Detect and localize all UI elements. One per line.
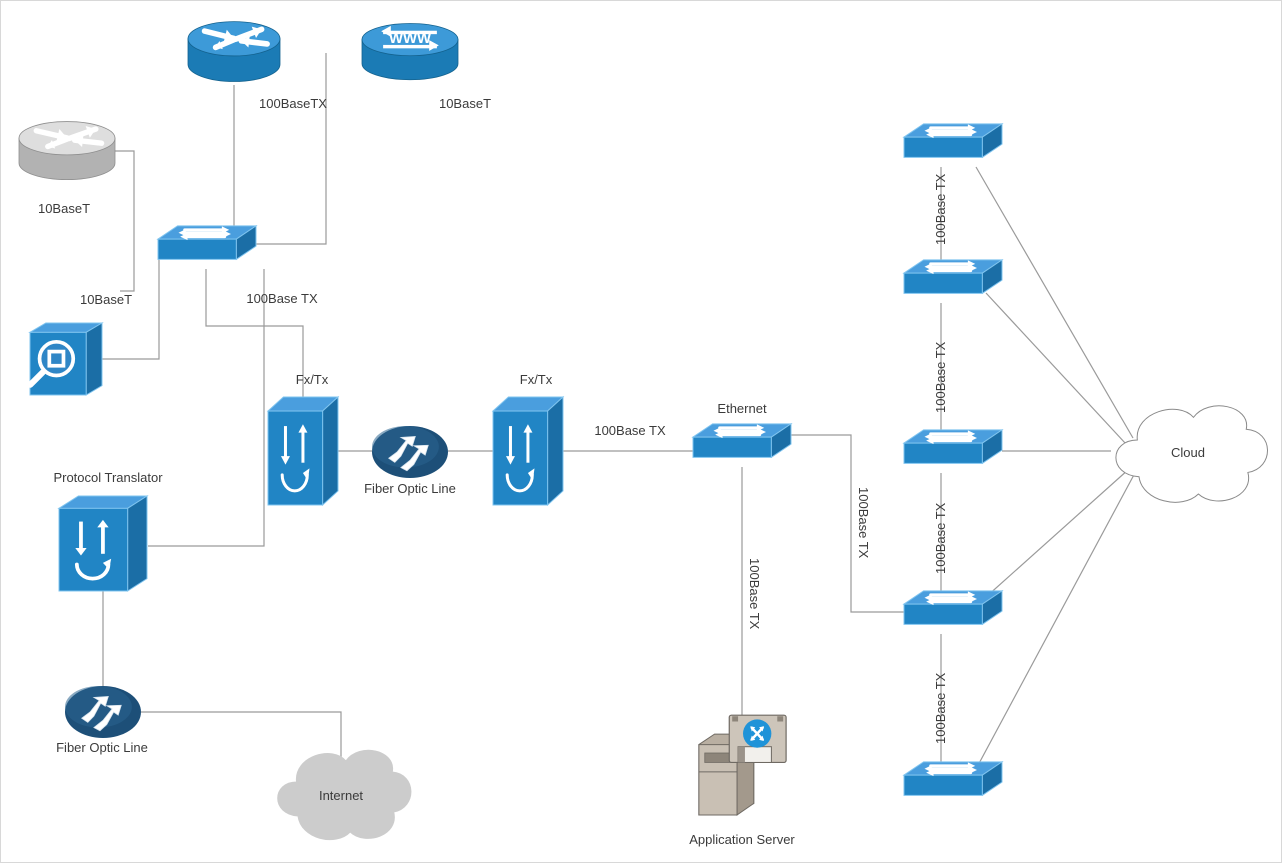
label-protocol-translator: Protocol Translator	[53, 470, 163, 485]
switch-icon[interactable]	[902, 428, 1004, 473]
label-100base-tx-appserver: 100Base TX	[747, 558, 762, 630]
network-diagram-canvas: WWW 100BaseTX 10BaseT 10BaseT 10BaseT 10…	[0, 0, 1282, 863]
label-fiber-left: Fiber Optic Line	[364, 481, 456, 496]
switch-icon[interactable]	[902, 122, 1004, 167]
switch-icon[interactable]	[691, 422, 793, 467]
label-100base-tx-mid: 100Base TX	[594, 423, 666, 438]
switch-icon[interactable]	[902, 258, 1004, 303]
router-icon[interactable]	[187, 19, 281, 85]
label-internet: Internet	[318, 788, 364, 803]
r2-to-cloud	[985, 292, 1127, 445]
label-application-server: Application Server	[689, 832, 795, 847]
label-10baset-gray: 10BaseT	[37, 201, 91, 216]
label-100basetx-top: 100BaseTX	[259, 96, 327, 111]
label-10baset-analyzer: 10BaseT	[79, 292, 133, 307]
label-ethernet: Ethernet	[717, 401, 767, 416]
fiber-optic-line-icon[interactable]	[65, 686, 141, 738]
label-fiber-bottom: Fiber Optic Line	[56, 740, 148, 755]
media-converter-icon[interactable]	[491, 395, 565, 507]
label-100base-tx-r4r5: 100Base TX	[933, 672, 948, 744]
label-100base-tx-switchr4: 100Base TX	[856, 487, 871, 559]
protocol-translator-icon[interactable]	[57, 495, 149, 592]
network-analyzer-icon[interactable]	[27, 322, 104, 396]
gray-router-to-switch	[115, 150, 135, 292]
switch-icon[interactable]	[902, 589, 1004, 634]
label-100base-tx-r2r3: 100Base TX	[933, 341, 948, 413]
label-cloud: Cloud	[1171, 445, 1205, 460]
label-100base-tx-r1r2: 100Base TX	[933, 173, 948, 245]
ethernet-to-switch-r4	[791, 434, 904, 613]
switch-icon[interactable]	[156, 224, 258, 269]
switch-to-media-converter	[205, 269, 304, 397]
label-fxtx-right: Fx/Tx	[519, 372, 553, 387]
label-100base-tx-r3r4: 100Base TX	[933, 502, 948, 574]
gray-router-icon[interactable]	[18, 119, 116, 183]
switch-icon[interactable]	[902, 760, 1004, 805]
svg-text:WWW: WWW	[389, 31, 432, 47]
label-fxtx-left: Fx/Tx	[295, 372, 329, 387]
fiber-optic-line-icon[interactable]	[372, 426, 448, 478]
www-server-router-icon[interactable]: WWW	[361, 21, 459, 83]
label-10baset-www: 10BaseT	[438, 96, 492, 111]
application-server-icon[interactable]	[693, 711, 791, 816]
media-converter-icon[interactable]	[266, 395, 340, 507]
label-100base-tx-sw: 100Base TX	[246, 291, 318, 306]
